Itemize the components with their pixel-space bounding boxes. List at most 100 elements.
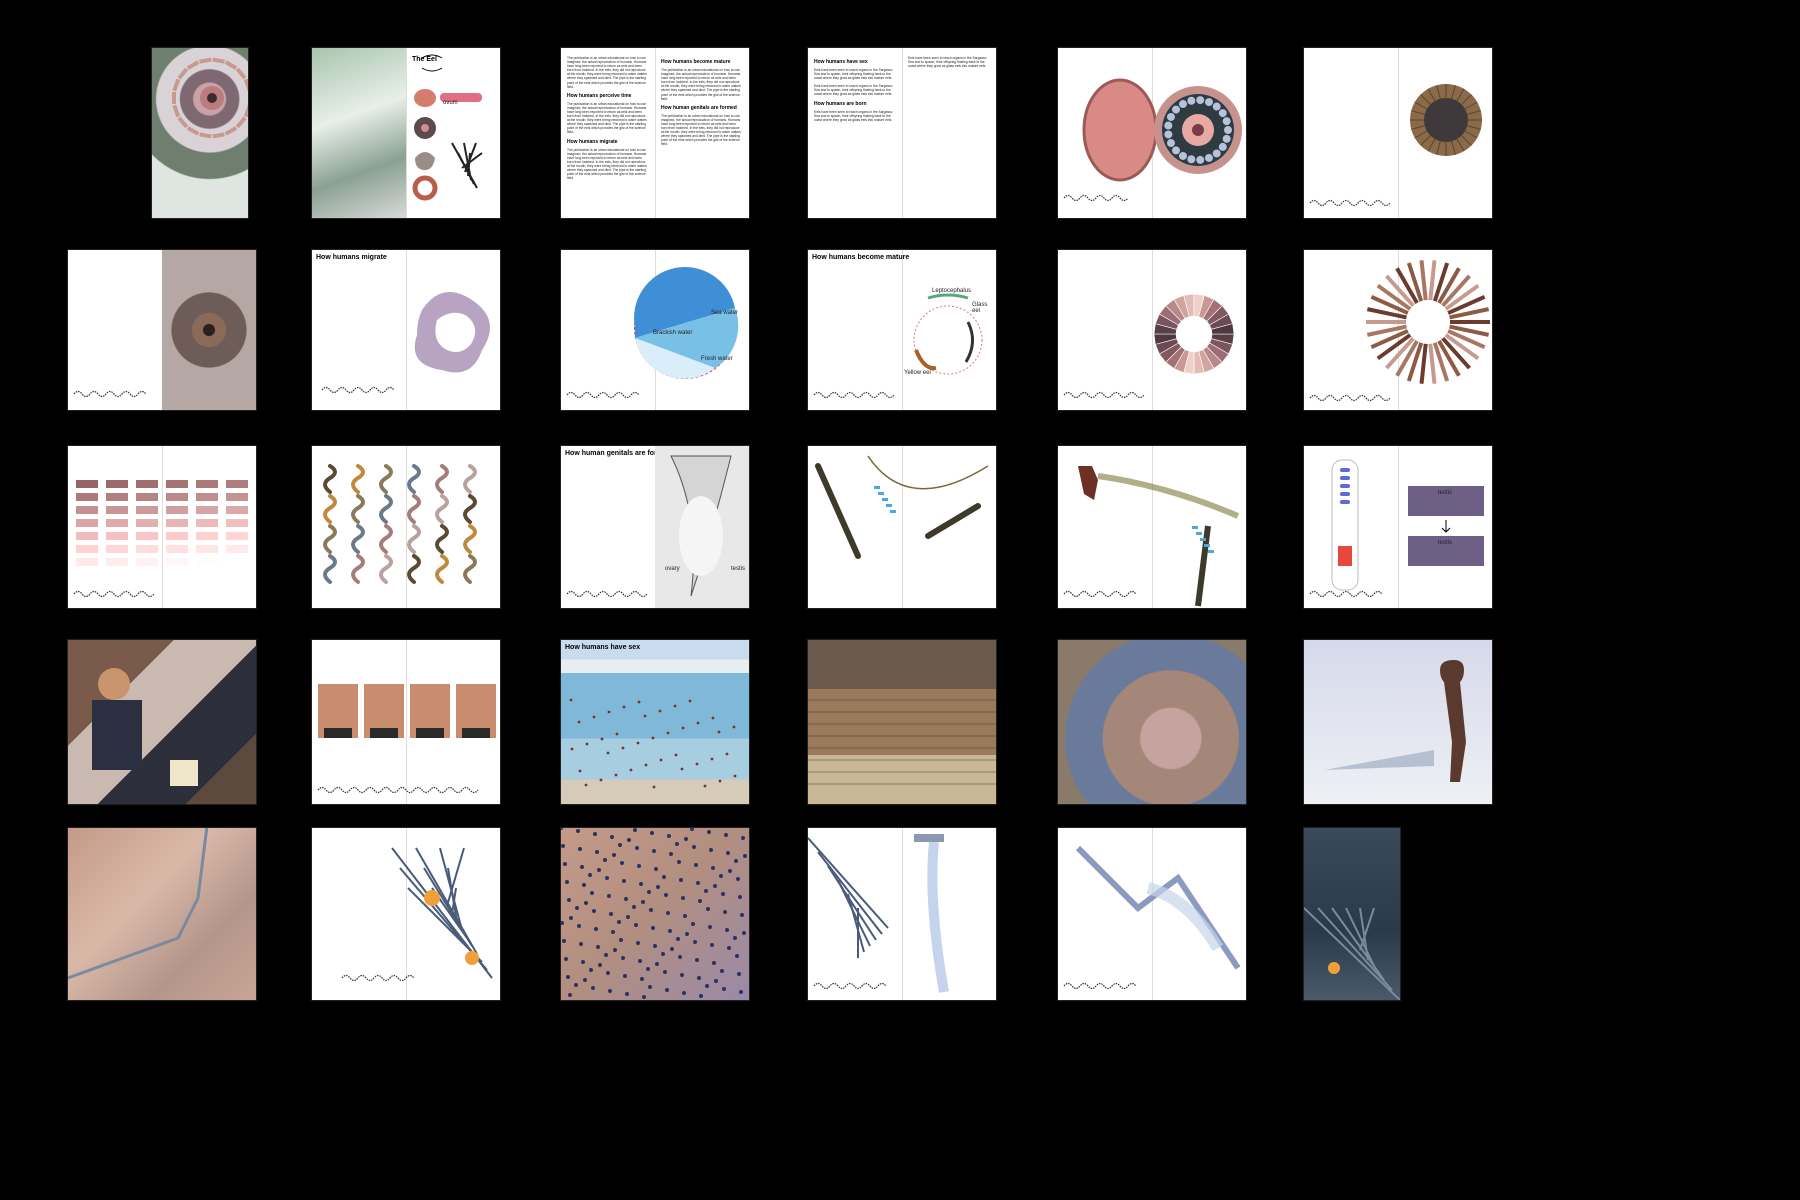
lifecycle-diagram	[813, 293, 983, 399]
pellet	[639, 882, 643, 886]
squiggle-text-line	[1309, 394, 1391, 402]
pellet	[695, 958, 699, 962]
pill	[1187, 96, 1196, 105]
silver-eel	[964, 321, 974, 363]
swimmer	[696, 721, 700, 725]
swimmer	[607, 710, 611, 714]
eel-specimen	[435, 524, 449, 554]
pellet	[669, 852, 673, 856]
pellet	[733, 936, 737, 940]
pellet	[565, 880, 569, 884]
spread-r5c3	[561, 828, 749, 1000]
lattice-bar	[827, 865, 877, 941]
arrow-down	[1441, 520, 1451, 533]
spread-r2c1	[68, 250, 256, 410]
pellet	[577, 924, 581, 928]
skin-swatch	[196, 545, 218, 553]
pellet	[637, 864, 641, 868]
figure-spoke	[1428, 343, 1437, 384]
eel-specimen	[351, 554, 365, 584]
spread-r3c1	[68, 446, 256, 608]
blue-dot	[1200, 538, 1206, 541]
section-heading: How humans migrate	[567, 138, 618, 145]
spread-r3c6: testis testis	[1304, 446, 1492, 608]
pellet	[606, 971, 610, 975]
splash-scene	[1063, 845, 1241, 990]
spread-image	[1058, 640, 1246, 804]
body-text: The publication is an urban educational …	[661, 113, 741, 147]
pellet	[719, 874, 723, 878]
swimmer	[629, 768, 633, 772]
pellet	[734, 859, 738, 863]
pellet	[635, 846, 639, 850]
skin-swatch	[136, 558, 158, 566]
stick-dot	[1340, 468, 1350, 472]
pellet	[693, 940, 697, 944]
pellet	[568, 993, 572, 997]
tissue-mass	[679, 496, 723, 576]
pellet	[709, 848, 713, 852]
pellet	[714, 979, 718, 983]
pill	[1222, 134, 1231, 143]
pill	[1179, 100, 1187, 109]
pellet	[576, 829, 580, 833]
skin-swatch	[196, 532, 218, 540]
swimmer	[622, 705, 626, 709]
pellet	[634, 923, 638, 927]
pellet	[694, 863, 698, 867]
pellet	[641, 900, 645, 904]
pellet	[652, 849, 656, 853]
skin-swatch	[226, 558, 248, 566]
text-column-left: How humans have sex Eels have been seen t…	[814, 56, 894, 126]
pellet	[665, 988, 669, 992]
pellet	[612, 853, 616, 857]
case-lid	[1082, 78, 1158, 182]
pellet	[740, 913, 744, 917]
pellet	[706, 907, 710, 911]
skin-swatch	[166, 480, 188, 488]
pill	[1218, 142, 1227, 151]
pill	[1204, 98, 1213, 107]
night-lattice	[1304, 907, 1400, 1000]
water-stream	[927, 841, 949, 993]
underwear	[416, 728, 444, 738]
pellet	[728, 869, 732, 873]
spread-r1c3: The publication is an urban educational …	[561, 48, 749, 218]
pellet	[679, 878, 683, 882]
ovum-label: ovum	[443, 100, 458, 106]
skin-swatch	[106, 519, 128, 527]
milking-photo-overlay	[92, 668, 198, 786]
squiggle-text-line	[341, 974, 415, 982]
eel-specimen	[323, 554, 337, 584]
figure-mark	[224, 126, 238, 136]
flare	[1328, 962, 1340, 974]
squiggle-text-line	[321, 386, 395, 394]
pellet	[725, 928, 729, 932]
blue-dot	[1204, 544, 1210, 547]
spread-r3c5	[1058, 446, 1246, 608]
skin-swatch	[76, 493, 98, 501]
spread-r1c4: How humans have sex Eels have been seen t…	[808, 48, 996, 218]
pellet	[592, 909, 596, 913]
gonad-illustration	[566, 446, 749, 608]
skin-swatch	[196, 493, 218, 501]
figure-mark	[177, 116, 189, 129]
pellet	[633, 828, 637, 832]
pellet	[567, 898, 571, 902]
spread-r4c1	[68, 640, 256, 804]
pellet	[722, 987, 726, 991]
swimmer	[695, 762, 699, 766]
swimmer	[673, 704, 677, 708]
pill	[1187, 155, 1196, 164]
body-text: Eels have been seen to reach organs in t…	[814, 84, 893, 97]
yellow-eel	[914, 349, 937, 371]
pellet	[682, 991, 686, 995]
pellet	[743, 854, 747, 858]
eel-specimen	[407, 554, 421, 584]
pellet	[566, 975, 570, 979]
pellet	[670, 947, 674, 951]
pellet	[651, 926, 655, 930]
pill	[1196, 96, 1205, 105]
pellet	[691, 922, 695, 926]
swimmer	[599, 778, 603, 782]
